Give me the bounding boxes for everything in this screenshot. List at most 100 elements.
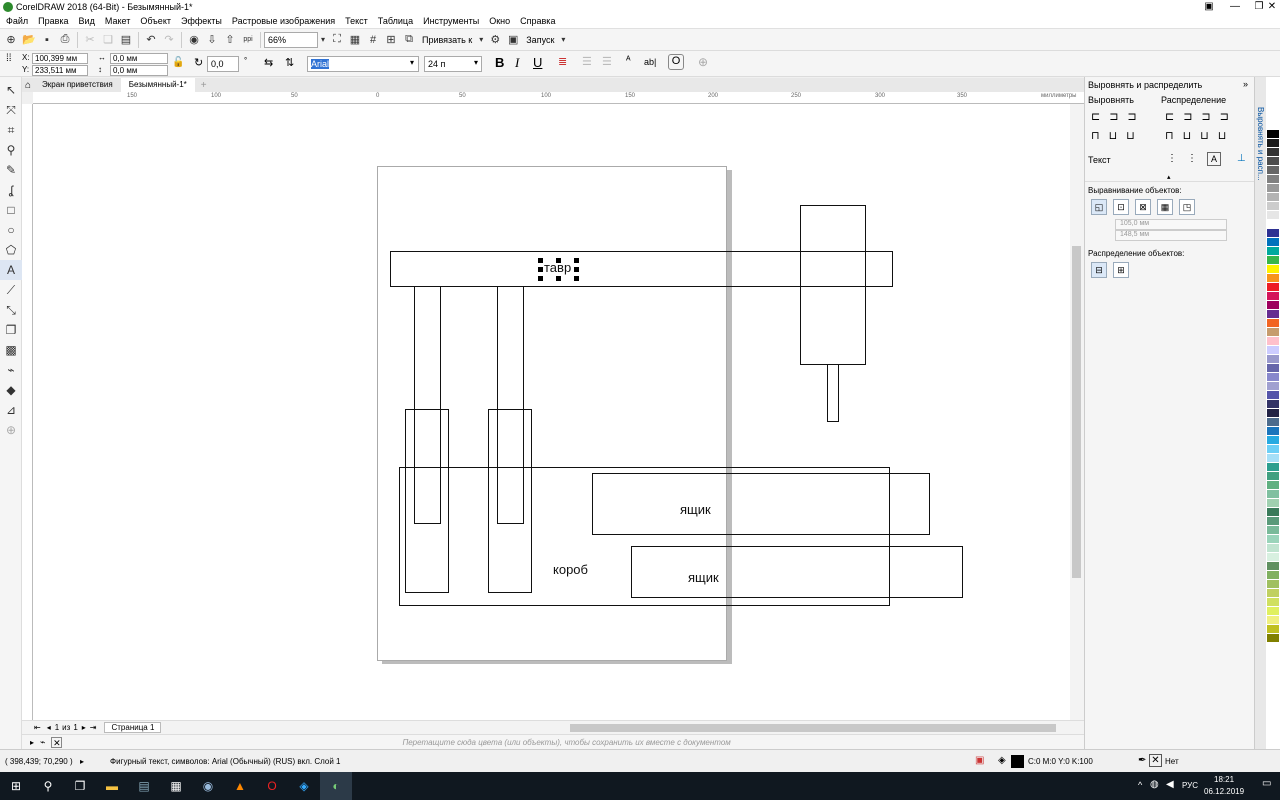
cut-icon[interactable]: ✂ <box>81 31 99 49</box>
x-point-input[interactable]: 105,0 мм <box>1115 219 1227 230</box>
menu-bitmaps[interactable]: Растровые изображения <box>232 14 335 29</box>
text-frame-icon[interactable]: O <box>668 54 684 70</box>
eyedropper-icon[interactable]: ⌁ <box>40 737 45 748</box>
redo-icon[interactable]: ↷ <box>160 31 178 49</box>
distribute-to-page-icon[interactable]: ⊞ <box>1113 262 1129 278</box>
help-icon[interactable]: ▣ <box>1196 0 1222 14</box>
snap-to-button[interactable]: Привязать к <box>422 35 472 45</box>
yashik-bottom-label[interactable]: ящик <box>688 570 719 585</box>
selection-handle[interactable] <box>556 276 561 281</box>
ellipse-tool-icon[interactable]: ○ <box>0 220 22 240</box>
color-swatch[interactable] <box>1267 544 1279 553</box>
interactive-fill-icon[interactable]: ◆ <box>0 380 22 400</box>
tab-welcome[interactable]: Экран приветствия <box>34 78 121 92</box>
color-swatch[interactable] <box>1267 274 1279 283</box>
color-swatch[interactable] <box>1267 211 1279 220</box>
color-swatch[interactable] <box>1267 283 1279 292</box>
opera-icon[interactable]: O <box>256 772 288 800</box>
tray-arrow-icon[interactable]: ^ <box>1138 780 1142 790</box>
distribute-horizontal-icons[interactable]: ⊏⊐⊐⊐ <box>1165 110 1238 123</box>
show-guidelines-icon[interactable]: ⊞ <box>382 31 400 49</box>
x-position-input[interactable]: 100,399 мм <box>32 53 88 64</box>
search-icon[interactable]: ⚲ <box>32 772 64 800</box>
align-vertical-icons[interactable]: ⊓⊔⊔ <box>1091 129 1144 142</box>
prev-page-icon[interactable]: ◂ <box>47 723 51 732</box>
polygon-tool-icon[interactable]: ⬠ <box>0 240 22 260</box>
rectangle-tool-icon[interactable]: □ <box>0 200 22 220</box>
no-color-swatch-icon[interactable]: ✕ <box>51 736 63 748</box>
color-swatch[interactable] <box>1267 526 1279 535</box>
menu-table[interactable]: Таблица <box>378 14 413 29</box>
shape-tool-icon[interactable]: ⤧ <box>0 100 22 120</box>
publish-pdf-icon[interactable]: ppi <box>239 31 257 49</box>
color-swatch[interactable] <box>1267 220 1279 229</box>
close-button[interactable]: ✕ <box>1264 0 1280 14</box>
color-swatch[interactable] <box>1267 445 1279 454</box>
menu-tools[interactable]: Инструменты <box>423 14 479 29</box>
copy-icon[interactable]: ❏ <box>99 31 117 49</box>
width-input[interactable]: 0,0 мм <box>110 53 168 64</box>
color-swatch[interactable] <box>1267 499 1279 508</box>
color-swatch[interactable] <box>1267 184 1279 193</box>
color-swatch[interactable] <box>1267 589 1279 598</box>
menu-file[interactable]: Файл <box>6 14 28 29</box>
add-text-align-icon[interactable]: ⊥ <box>1237 153 1246 164</box>
color-swatch[interactable] <box>1267 346 1279 355</box>
selection-handle[interactable] <box>574 258 579 263</box>
color-swatch[interactable] <box>1267 391 1279 400</box>
menu-layout[interactable]: Макет <box>105 14 130 29</box>
zoom-level-input[interactable]: 66% <box>264 31 318 48</box>
selection-handle[interactable] <box>538 267 543 272</box>
color-swatch[interactable] <box>1267 175 1279 184</box>
color-swatch[interactable] <box>1267 355 1279 364</box>
underline-icon[interactable]: U <box>533 55 542 70</box>
menu-text[interactable]: Текст <box>345 14 368 29</box>
column-stem-rectangle[interactable] <box>827 364 839 422</box>
text-align-icons[interactable]: ⋮⋮ <box>1167 153 1207 164</box>
snap-icon[interactable]: ⧉ <box>400 31 418 49</box>
active-objects-icon[interactable]: ◱ <box>1091 199 1107 215</box>
color-swatch[interactable] <box>1267 319 1279 328</box>
color-swatch[interactable] <box>1267 337 1279 346</box>
color-swatch[interactable] <box>1267 373 1279 382</box>
telegram-icon[interactable]: ◈ <box>288 772 320 800</box>
selection-handle[interactable] <box>538 258 543 263</box>
y-position-input[interactable]: 233,511 мм <box>32 65 88 76</box>
outline-pen-icon[interactable]: ✒ <box>1138 755 1146 766</box>
character-formatting-icon[interactable]: ᴬ <box>626 55 631 66</box>
object-origin-icon[interactable]: ⁞⁞ <box>6 53 12 64</box>
export-icon[interactable]: ⇧ <box>221 31 239 49</box>
undo-icon[interactable]: ↶ <box>142 31 160 49</box>
tab-document[interactable]: Безымянный-1* <box>120 78 195 92</box>
y-point-input[interactable]: 148,5 мм <box>1115 230 1227 241</box>
color-swatch[interactable] <box>1267 625 1279 634</box>
color-swatch[interactable] <box>1267 202 1279 211</box>
color-swatch[interactable] <box>1267 508 1279 517</box>
add-tool-icon[interactable]: ⊕ <box>0 420 22 440</box>
open-icon[interactable]: 📂 <box>20 31 38 49</box>
color-swatch[interactable] <box>1267 598 1279 607</box>
color-swatch[interactable] <box>1267 562 1279 571</box>
color-swatch[interactable] <box>1267 490 1279 499</box>
fill-icon[interactable]: ◈ <box>998 755 1006 766</box>
distribute-vertical-icons[interactable]: ⊓⊔⊔⊔ <box>1165 129 1235 142</box>
column-rectangle[interactable] <box>800 205 866 365</box>
bullet-list-icon[interactable]: ☰ <box>582 55 592 68</box>
yashik-top-rectangle[interactable] <box>592 473 930 535</box>
color-swatch[interactable] <box>1267 193 1279 202</box>
color-swatch[interactable] <box>1267 256 1279 265</box>
start-icon[interactable]: ⊞ <box>0 772 32 800</box>
yashik-bottom-rectangle[interactable] <box>631 546 963 598</box>
mirror-horizontal-icon[interactable]: ⇆ <box>264 56 273 69</box>
color-swatch[interactable] <box>1267 292 1279 301</box>
bold-icon[interactable]: B <box>495 55 504 70</box>
launch-button[interactable]: Запуск <box>526 35 554 45</box>
notifications-icon[interactable]: ▭ <box>1262 778 1271 789</box>
menu-effects[interactable]: Эффекты <box>181 14 222 29</box>
color-swatch[interactable] <box>1267 616 1279 625</box>
options-gear-icon[interactable]: ⚙ <box>486 31 504 49</box>
clock-time[interactable]: 18:21 <box>1214 775 1234 784</box>
mirror-vertical-icon[interactable]: ⇅ <box>285 56 294 69</box>
fill-color-swatch[interactable] <box>1011 755 1024 768</box>
horizontal-scroll-thumb[interactable] <box>570 724 1056 732</box>
